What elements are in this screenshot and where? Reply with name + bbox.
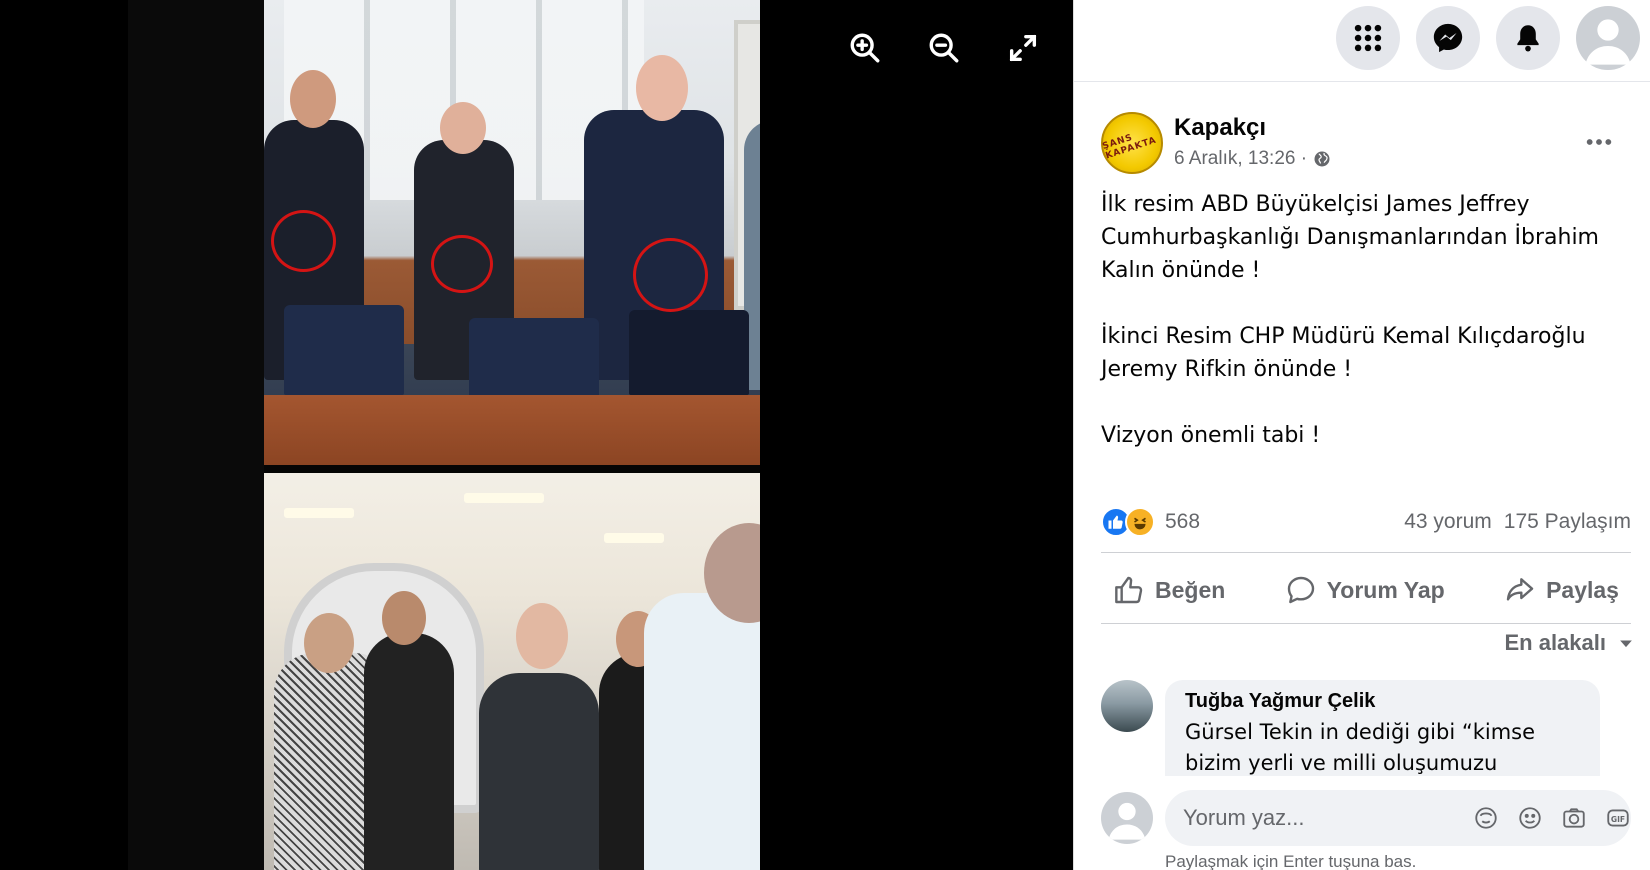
share-arrow-icon (1506, 578, 1534, 601)
more-options-icon (1586, 139, 1612, 145)
like-button[interactable]: Beğen (1101, 565, 1237, 615)
public-globe-icon (1314, 151, 1330, 167)
comment-input[interactable] (1183, 805, 1471, 831)
zoom-in-icon (850, 33, 880, 63)
messenger-button[interactable] (1416, 6, 1480, 70)
divider (1101, 552, 1631, 553)
notifications-button[interactable] (1496, 6, 1560, 70)
notifications-bell-icon (1517, 25, 1539, 52)
post-timestamp[interactable]: 6 Aralık, 13:26 · (1174, 148, 1331, 170)
svg-text:GIF: GIF (1611, 815, 1625, 824)
current-user-avatar (1101, 792, 1153, 844)
sort-label: En alakalı (1504, 630, 1606, 655)
post-body: İlk resim ABD Büyükelçisi James Jeffrey … (1101, 188, 1621, 485)
reactions-summary[interactable]: 568 (1101, 507, 1200, 537)
page-name[interactable]: Kapakçı (1174, 114, 1266, 142)
post-stats: 568 43 yorum 175 Paylaşım (1101, 504, 1631, 540)
post-panel: ŞANS KAPAKTA Kapakçı 6 Aralık, 13:26 · İ… (1073, 0, 1650, 870)
post-paragraph: İkinci Resim CHP Müdürü Kemal Kılıçdaroğ… (1101, 324, 1586, 382)
comment-item: Tuğba Yağmur Çelik Gürsel Tekin in dediğ… (1101, 680, 1631, 776)
thumbs-up-icon (1115, 576, 1143, 604)
haha-reaction-icon (1125, 507, 1155, 537)
profile-avatar-icon (1585, 19, 1631, 65)
divider (1101, 623, 1631, 624)
post-paragraph: İlk resim ABD Büyükelçisi James Jeffrey … (1101, 192, 1599, 283)
messenger-icon (1433, 23, 1463, 53)
comment-button[interactable]: Yorum Yap (1273, 565, 1457, 615)
photo-viewer (0, 0, 1073, 870)
comment-text: Gürsel Tekin in dediği gibi “kimse bizim… (1185, 720, 1536, 775)
post-photo[interactable] (128, 0, 760, 870)
gif-icon: GIF (1607, 809, 1629, 827)
commenter-avatar[interactable] (1101, 680, 1153, 732)
enter-hint: Paylaşmak için Enter tuşuna bas. (1165, 852, 1417, 870)
comment-label: Yorum Yap (1326, 576, 1445, 603)
comment-composer: GIF (1101, 790, 1631, 846)
speech-bubble-icon (1287, 576, 1314, 604)
avatar-sticker-button[interactable] (1471, 803, 1501, 833)
avatar-sticker-icon (1475, 807, 1497, 829)
menu-button[interactable] (1336, 6, 1400, 70)
comment-sort-dropdown[interactable]: En alakalı (1504, 630, 1636, 656)
fullscreen-button[interactable] (1003, 28, 1043, 68)
comment-author[interactable]: Tuğba Yağmur Çelik (1185, 690, 1580, 713)
zoom-out-icon (929, 33, 959, 63)
camera-icon (1563, 808, 1585, 828)
photo-top-scene (264, 0, 760, 465)
photo-button[interactable] (1559, 803, 1589, 833)
page-logo[interactable]: ŞANS KAPAKTA (1101, 112, 1163, 174)
top-bar (1074, 0, 1650, 82)
share-button[interactable]: Paylaş (1492, 565, 1631, 615)
menu-grid-icon (1354, 24, 1382, 52)
gif-button[interactable]: GIF (1603, 803, 1633, 833)
shares-count[interactable]: 175 Paylaşım (1504, 510, 1631, 534)
post-time-text: 6 Aralık, 13:26 · (1174, 148, 1308, 169)
post-actions: Beğen Yorum Yap Paylaş (1101, 565, 1631, 615)
profile-avatar[interactable] (1576, 6, 1640, 70)
page-logo-text: ŞANS KAPAKTA (1101, 132, 1158, 162)
zoom-out-button[interactable] (924, 28, 964, 68)
post-options-button[interactable] (1581, 124, 1617, 160)
reaction-count: 568 (1165, 510, 1201, 533)
photo-bottom-scene (264, 473, 760, 870)
zoom-in-button[interactable] (845, 28, 885, 68)
emoji-icon (1519, 807, 1541, 829)
post-header: ŞANS KAPAKTA Kapakçı 6 Aralık, 13:26 · (1101, 110, 1631, 180)
caret-down-icon (1620, 640, 1632, 648)
emoji-button[interactable] (1515, 803, 1545, 833)
comments-count[interactable]: 43 yorum (1404, 510, 1492, 534)
share-label: Paylaş (1546, 576, 1619, 603)
comment-bubble: Tuğba Yağmur Çelik Gürsel Tekin in dediğ… (1165, 680, 1600, 776)
fullscreen-icon (1009, 34, 1037, 62)
post-paragraph: Vizyon önemli tabi ! (1101, 423, 1321, 448)
comment-input-box: GIF (1165, 790, 1631, 846)
like-label: Beğen (1155, 576, 1226, 603)
